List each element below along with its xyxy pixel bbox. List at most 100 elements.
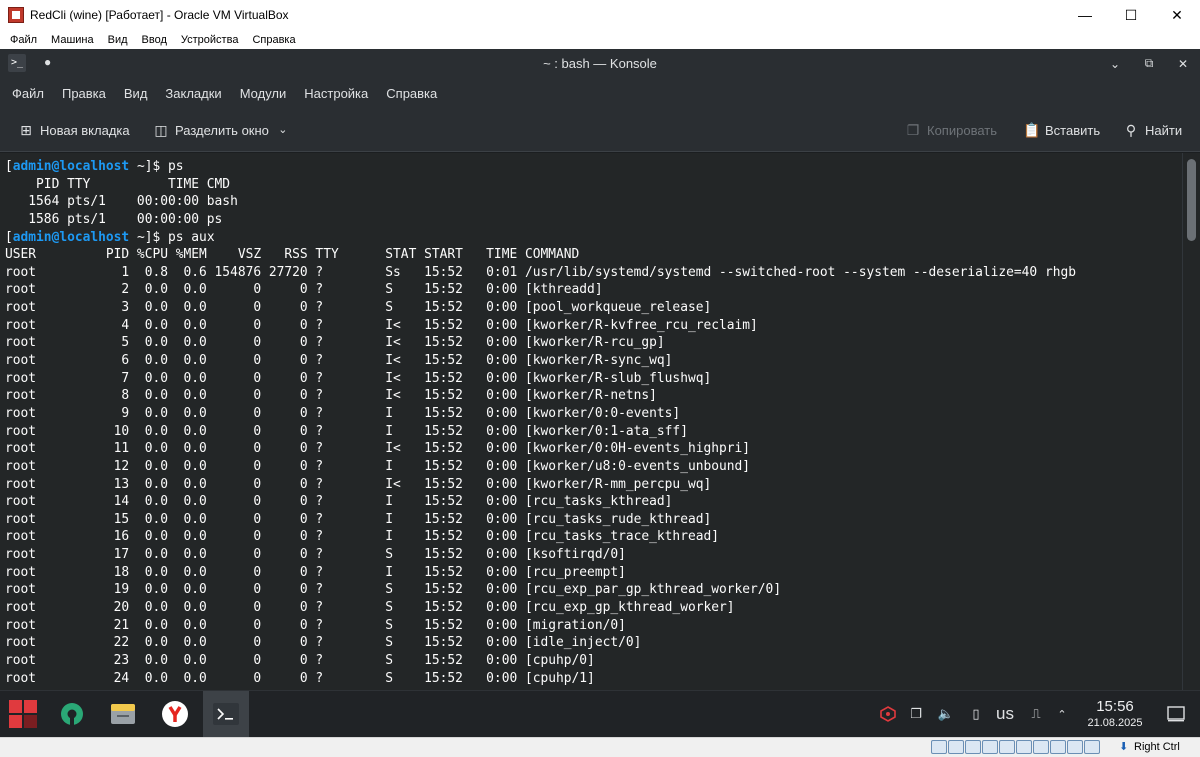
network-adapter-icon[interactable] [982,740,998,754]
cpu-icon[interactable] [1067,740,1083,754]
settings-app-button[interactable] [49,691,95,737]
konsole-menubar: Файл Правка Вид Закладки Модули Настройк… [0,78,1200,108]
vbox-titlebar: RedCli (wine) [Работает] - Oracle VM Vir… [0,0,1200,30]
konsole-menu-file[interactable]: Файл [3,86,53,101]
konsole-menu-plugins[interactable]: Модули [231,86,296,101]
usb-icon[interactable] [999,740,1015,754]
split-view-icon: ◫ [154,122,168,138]
terminal-output-line: root 8 0.0 0.0 0 0 ? I< 15:52 0:00 [kwor… [5,388,657,404]
app-launcher-icon [9,700,37,728]
terminal-output-line: root 19 0.0 0.0 0 0 ? S 15:52 0:00 [rcu_… [5,582,782,598]
terminal-output-line: PID TTY TIME CMD [5,176,231,192]
split-view-button[interactable]: ◫ Разделить окно ⌄ [153,119,291,141]
paste-button[interactable]: 📋 Вставить [1023,119,1100,141]
paste-label: Вставить [1045,122,1101,138]
vbox-menu-view[interactable]: Вид [101,34,135,46]
konsole-menu-view[interactable]: Вид [115,86,157,101]
vbox-menu-devices[interactable]: Устройства [174,34,246,46]
prompt-line: [admin@localhost ~]$ ps aux [5,229,215,245]
new-tab-label: Новая вкладка [40,122,130,138]
terminal-output-line: root 12 0.0 0.0 0 0 ? I 15:52 0:00 [kwor… [5,458,751,474]
terminal-output-line: root 6 0.0 0.0 0 0 ? I< 15:52 0:00 [kwor… [5,353,673,369]
terminal-output-line: root 21 0.0 0.0 0 0 ? S 15:52 0:00 [migr… [5,617,626,633]
terminal-scrollbar[interactable] [1182,153,1200,737]
maximize-button[interactable]: ☐ [1108,0,1154,30]
vbox-menu-help[interactable]: Справка [245,34,302,46]
guest-taskbar: ❐ 🔈 ▯ us ⎍ ⌃ 15:56 21.08.2025 [0,690,1200,737]
split-view-label: Разделить окно [175,122,269,138]
chevron-up-icon[interactable]: ⌃ [1052,705,1072,723]
terminal-output-line: root 18 0.0 0.0 0 0 ? I 15:52 0:00 [rcu_… [5,564,626,580]
vbox-menu-input[interactable]: Ввод [135,34,174,46]
konsole-menu-bookmarks[interactable]: Закладки [156,86,230,101]
minimize-button[interactable]: — [1062,0,1108,30]
vbox-menu-file[interactable]: Файл [3,34,44,46]
file-manager-icon [111,704,135,724]
terminal-output-line: root 9 0.0 0.0 0 0 ? I 15:52 0:00 [kwork… [5,405,681,421]
yandex-browser-icon [162,701,188,727]
paste-icon: 📋 [1023,122,1041,138]
scrollbar-thumb[interactable] [1187,159,1196,241]
file-manager-button[interactable] [100,691,146,737]
settings-gear-icon [61,703,83,726]
konsole-menu-help[interactable]: Справка [377,86,446,101]
network-icon[interactable]: ⎍ [1026,705,1046,723]
konsole-window-title: ~ : bash — Konsole [543,56,657,71]
package-updates-icon[interactable] [878,705,898,723]
konsole-menu-settings[interactable]: Настройка [295,86,377,101]
host-key-label: Right Ctrl [1134,741,1180,753]
konsole-icon [213,703,239,725]
mouse-integration-icon[interactable] [1084,740,1100,754]
konsole-titlebar: >_ ● ~ : bash — Konsole ⌄ ⧉ ✕ [0,49,1200,78]
terminal-view[interactable]: [admin@localhost ~]$ ps PID TTY TIME CMD… [0,153,1182,737]
terminal-output-line: root 23 0.0 0.0 0 0 ? S 15:52 0:00 [cpuh… [5,652,595,668]
terminal-output-line: root 20 0.0 0.0 0 0 ? S 15:52 0:00 [rcu_… [5,600,735,616]
host-key-icon: ⬇ [1119,741,1129,753]
terminal-output-line: root 1 0.8 0.6 154876 27720 ? Ss 15:52 0… [5,264,1076,280]
terminal-output-line: USER PID %CPU %MEM VSZ RSS TTY STAT STAR… [5,247,580,263]
shared-folders-icon[interactable] [1016,740,1032,754]
find-button[interactable]: ⚲ Найти [1123,119,1182,141]
chevron-down-icon[interactable]: ⌄ [275,122,291,138]
virtualbox-app-icon [8,7,24,23]
volume-icon[interactable]: 🔈 [935,705,957,723]
display-icon[interactable] [1033,740,1049,754]
vbox-menubar: Файл Машина Вид Ввод Устройства Справка [0,30,1200,49]
recording-icon[interactable] [1050,740,1066,754]
removable-device-icon[interactable]: ▯ [966,705,986,723]
terminal-output-line: root 5 0.0 0.0 0 0 ? I< 15:52 0:00 [kwor… [5,335,665,351]
konsole-taskbar-button[interactable] [203,691,249,737]
yandex-browser-button[interactable] [152,691,198,737]
hard-disk-icon[interactable] [931,740,947,754]
vbox-window-title: RedCli (wine) [Работает] - Oracle VM Vir… [30,8,289,22]
new-tab-button[interactable]: ⊞ Новая вкладка [18,119,130,141]
new-tab-icon: ⊞ [20,122,32,138]
prompt-user: admin@localhost [12,229,130,245]
clock-time[interactable]: 15:56 [1085,698,1145,715]
find-label: Найти [1145,122,1183,138]
konsole-maximize-button[interactable]: ⧉ [1132,49,1166,78]
prompt-user: admin@localhost [12,159,130,174]
ps-aux-output-block: USER PID %CPU %MEM VSZ RSS TTY STAT STAR… [5,246,1182,687]
terminal-output-line: root 24 0.0 0.0 0 0 ? S 15:52 0:00 [cpuh… [5,670,595,686]
search-icon: ⚲ [1125,122,1137,138]
terminal-output-line: root 13 0.0 0.0 0 0 ? I< 15:52 0:00 [kwo… [5,476,712,492]
copy-button[interactable]: ❐ Копировать [905,119,997,141]
vbox-menu-machine[interactable]: Машина [44,34,101,46]
audio-icon[interactable] [965,740,981,754]
copy-icon: ❐ [906,122,920,138]
konsole-minimize-button[interactable]: ⌄ [1098,49,1132,78]
keyboard-layout-indicator[interactable]: us [992,704,1018,723]
app-launcher-button[interactable] [0,691,46,737]
clock-date[interactable]: 21.08.2025 [1080,717,1150,729]
close-button[interactable]: ✕ [1154,0,1200,30]
show-desktop-icon[interactable] [1165,705,1187,723]
optical-drive-icon[interactable] [948,740,964,754]
prompt-dir: ~ [129,159,145,174]
terminal-output-line: root 17 0.0 0.0 0 0 ? S 15:52 0:00 [ksof… [5,547,626,563]
konsole-close-button[interactable]: ✕ [1166,49,1200,78]
clipboard-icon[interactable]: ❐ [906,705,926,723]
terminal-output-line: root 4 0.0 0.0 0 0 ? I< 15:52 0:00 [kwor… [5,317,758,333]
vbox-window-controls: — ☐ ✕ [1062,0,1200,30]
konsole-menu-edit[interactable]: Правка [53,86,115,101]
